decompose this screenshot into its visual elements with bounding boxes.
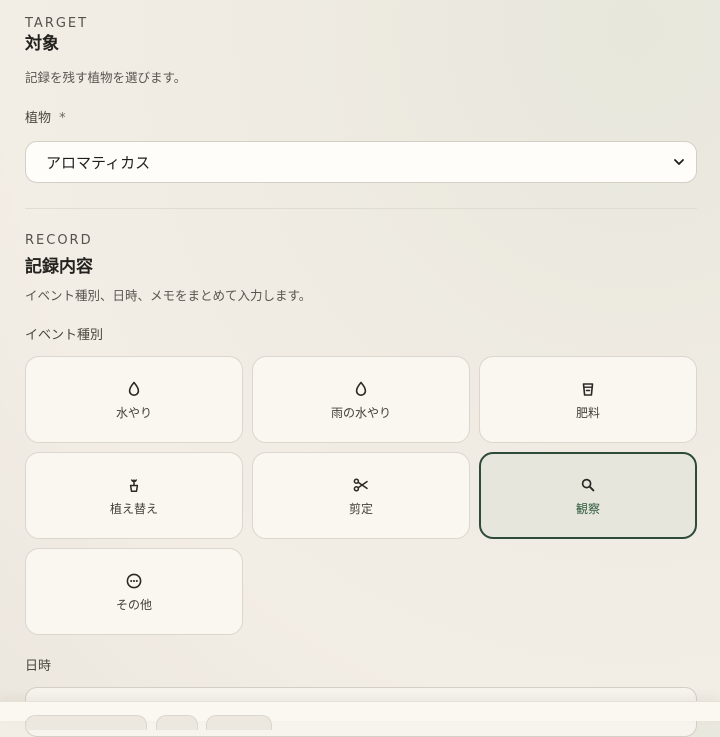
- record-eyebrow: RECORD: [25, 233, 93, 248]
- event-type-observation[interactable]: 観察: [479, 452, 697, 539]
- action-chip[interactable]: [206, 715, 272, 730]
- event-type-label: 水やり: [115, 405, 152, 420]
- target-description: 記録を残す植物を選びます。: [25, 70, 187, 85]
- water-drop-icon: [355, 381, 367, 396]
- datetime-label: 日時: [25, 659, 52, 674]
- action-chip[interactable]: [156, 715, 198, 730]
- event-type-label: 観察: [575, 501, 600, 516]
- event-type-label: イベント種別: [25, 328, 104, 343]
- plant-select-value: アロマティカス: [46, 153, 151, 172]
- section-divider: [25, 208, 697, 209]
- fertilizer-bag-icon: [582, 382, 594, 396]
- potted-plant-icon: [129, 478, 139, 492]
- event-type-fertilizer[interactable]: 肥料: [479, 356, 697, 443]
- water-drop-icon: [128, 381, 140, 396]
- target-eyebrow: TARGET: [25, 16, 89, 31]
- target-title: 対象: [25, 34, 59, 54]
- record-title: 記録内容: [25, 257, 93, 277]
- event-type-label: 植え替え: [109, 501, 158, 516]
- event-type-label: 肥料: [575, 405, 600, 420]
- event-type-label: その他: [115, 597, 152, 612]
- event-type-other[interactable]: その他: [25, 548, 243, 635]
- required-mark: *: [59, 111, 66, 126]
- more-circle-icon: [126, 573, 142, 588]
- plant-label-text: 植物: [25, 111, 52, 126]
- search-icon: [581, 478, 595, 491]
- event-type-rain-watering[interactable]: 雨の水やり: [252, 356, 470, 443]
- event-type-label: 剪定: [348, 501, 373, 516]
- event-type-grid: 水やり 雨の水やり 肥料 植え替え 剪定 観察 その他: [25, 356, 697, 635]
- plant-select[interactable]: アロマティカス: [25, 141, 697, 183]
- bottom-action-bar: [0, 701, 720, 730]
- event-type-repotting[interactable]: 植え替え: [25, 452, 243, 539]
- record-description: イベント種別、日時、メモをまとめて入力します。: [25, 288, 312, 303]
- event-type-label: 雨の水やり: [330, 405, 391, 420]
- action-chip[interactable]: [25, 715, 147, 730]
- event-type-pruning[interactable]: 剪定: [252, 452, 470, 539]
- plant-field-label: 植物 *: [25, 111, 66, 127]
- event-type-watering[interactable]: 水やり: [25, 356, 243, 443]
- chevron-down-icon: [674, 159, 684, 165]
- scissors-icon: [353, 477, 368, 492]
